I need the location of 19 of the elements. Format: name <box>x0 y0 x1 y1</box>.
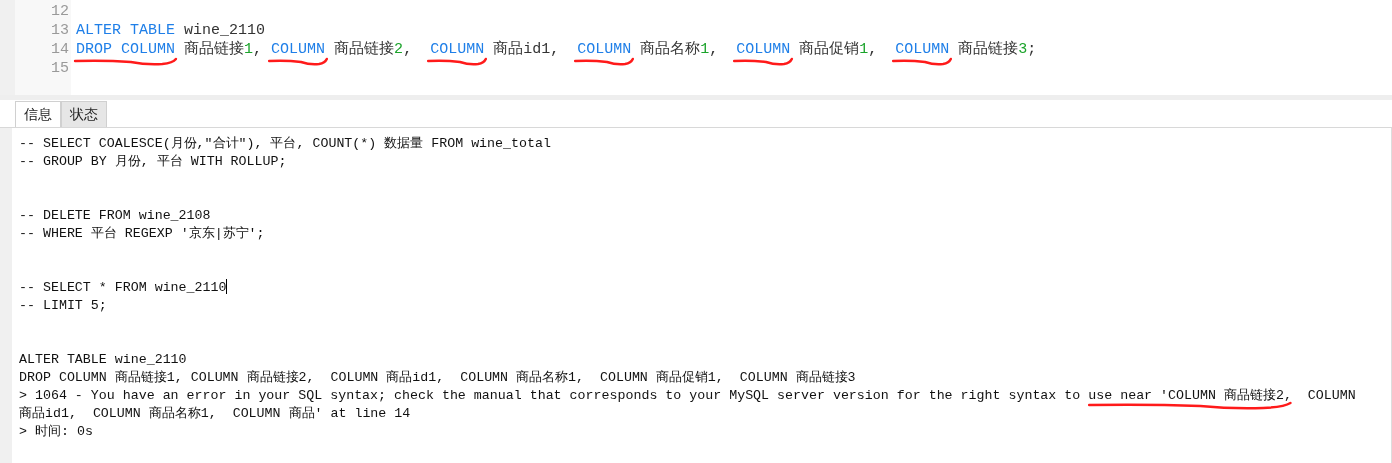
line-number: 14 <box>51 40 69 59</box>
output-line: > 1064 - You have an error in your SQL syntax; check the manual that corresponds to your MySQL server version for the right syntax to use near 'COLUMN 商品链接2, COLUMN <box>19 387 1356 405</box>
line-number: 13 <box>51 21 69 40</box>
output-line: -- GROUP BY 月份, 平台 WITH ROLLUP; <box>19 153 287 171</box>
line-number: 12 <box>51 2 69 21</box>
tab[interactable]: 信息 <box>15 101 61 127</box>
line-number: 15 <box>51 59 69 78</box>
output-line: 商品id1, COLUMN 商品名称1, COLUMN 商品' at line 14 <box>19 405 411 423</box>
output-line: -- SELECT COALESCE(月份,"合计"), 平台, COUNT(*) 数据量 FROM wine_total <box>19 135 551 153</box>
output-line: -- SELECT * FROM wine_2110 <box>19 279 227 297</box>
tab[interactable]: 状态 <box>61 101 107 127</box>
code-line: DROP COLUMN 商品链接1, COLUMN 商品链接2, COLUMN 商品id1, COLUMN 商品名称1, COLUMN 商品促销1, COLUMN 商品链接3; <box>76 40 1038 59</box>
output-line: -- DELETE FROM wine_2108 <box>19 207 211 225</box>
code-line: ALTER TABLE wine_2110 <box>76 21 267 40</box>
output-line: -- WHERE 平台 REGEXP '京东|苏宁'; <box>19 225 265 243</box>
output-line: -- LIMIT 5; <box>19 297 107 315</box>
output-line: DROP COLUMN 商品链接1, COLUMN 商品链接2, COLUMN 商品id1, COLUMN 商品名称1, COLUMN 商品促销1, COLUMN 商品链接3 <box>19 369 856 387</box>
output-line: > 时间: 0s <box>19 423 93 441</box>
output-line: ALTER TABLE wine_2110 <box>19 351 187 369</box>
